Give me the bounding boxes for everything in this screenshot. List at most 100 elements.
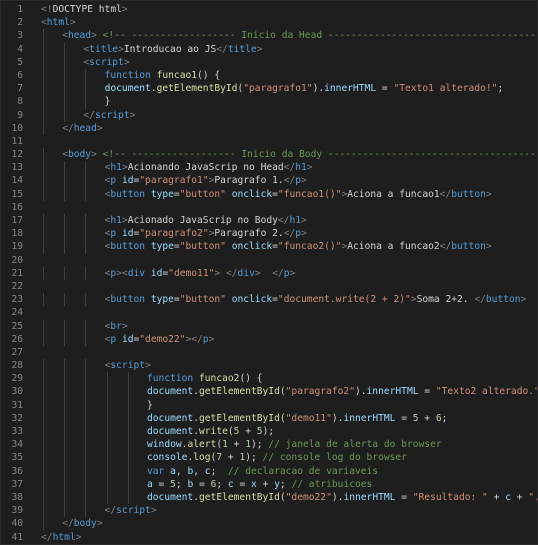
indent-guide [43,82,44,96]
indent-guide [85,451,87,465]
code-content: document.getElementById("demo11").innerH… [147,412,447,425]
token-var: console [147,452,188,464]
code-line[interactable]: 21 <p><div id="demo11"> </div> </p> [1,266,537,280]
code-line[interactable]: 16 [1,201,537,214]
indent-guide [85,214,87,228]
token-fn: alert [187,439,217,451]
code-line[interactable]: 29 function funcao2() { [1,372,537,386]
code-line[interactable]: 2 <html> [1,16,537,29]
line-number: 27 [11,346,23,358]
code-line[interactable]: 11 [1,135,537,148]
token-str: "paragrafo1" [243,83,313,95]
indent-guide [64,227,66,241]
code-line[interactable]: 37 a = 5; b = 6; c = x + y; // atribuicoe… [1,477,537,491]
code-line[interactable]: 34 window.alert(1 + 1); // janela de aler… [1,438,537,452]
code-line[interactable]: 9 </script> [1,108,537,122]
indent-guide [85,411,87,425]
code-line[interactable]: 3 <head> <!-- ------------------ Inicio d… [1,29,537,43]
token-attr: id [121,175,134,187]
code-line[interactable]: 27 [1,346,537,359]
code-content: <title>Introducao ao JS</title> [83,43,262,56]
code-line[interactable]: 35 console.log(7 + 1); // console log do … [1,451,537,465]
code-line[interactable]: 32 document.getElementById("demo11").inne… [1,411,537,425]
indent-guide [64,266,66,280]
code-line[interactable]: 4 <title>Introducao ao JS</title> [1,42,537,56]
code-line[interactable]: 19 <button type="button" onclick="funcao2… [1,240,537,254]
token-tag: button [485,294,521,306]
code-line[interactable]: 28 <script> [1,359,537,373]
code-content: function funcao1() { [105,69,221,82]
token-punct: > [256,43,263,55]
code-line[interactable]: 7 document.getElementById("paragrafo1").i… [1,82,537,96]
code-line[interactable]: 22 [1,280,537,293]
code-line[interactable]: 13 <h1>Acionando JavaScrip no Head</h1> [1,161,537,175]
code-line[interactable]: 15 <button type="button" onclick="funcao1… [1,187,537,201]
code-line[interactable]: 14 <p id="paragrafo1">Paragrafo 1.</p> [1,174,537,188]
indent-guide [85,477,87,491]
code-line[interactable]: 30 document.getElementById("paragrafo2").… [1,385,537,399]
token-attr: onclick [231,188,273,200]
code-line[interactable]: 41 </html> [1,531,537,544]
code-line[interactable]: 20 [1,254,537,267]
code-editor[interactable]: 1 <!DOCTYPE html> 2 <html> 3 <head> <!-- ----… [0,0,538,545]
token-txt: () { [239,373,263,385]
code-line[interactable]: 24 [1,306,537,319]
code-line[interactable]: 33 document.write(5 + 5); [1,425,537,439]
token-com: // janela de alerta do browser [268,439,442,451]
line-number: 32 [11,412,23,424]
token-punct: </ [216,43,228,55]
code-content: </script> [105,504,157,517]
code-line[interactable]: 5 <script> [1,55,537,69]
token-fn: funcao2 [199,373,240,385]
indent-guide [43,319,44,333]
line-number: 18 [11,228,23,240]
code-content: <br> [105,320,128,333]
code-line[interactable]: 17 <h1>Acionado JavaScrip no Body</h1> [1,214,537,228]
indent-guide [64,108,66,122]
code-content: <script> [83,56,129,69]
indent-guide [43,359,44,373]
code-line[interactable]: 26 <p id="demo22"></p> [1,332,537,346]
token-attr: id [121,228,134,240]
token-punct: > [69,17,76,29]
code-line[interactable]: 25 <br> [1,319,537,333]
token-punct: </ [277,215,290,226]
token-txt: () { [197,69,221,81]
code-line[interactable]: 8} [1,95,537,109]
code-line[interactable]: 39 </script> [1,504,537,518]
code-line[interactable]: 36 var a, b, c; // declaracao de variavei… [1,464,537,478]
token-tag: br [110,320,122,332]
indent-guide [43,398,44,412]
code-content: var a, b, c; // declaracao de variaveis [147,465,378,478]
code-line[interactable]: 31} [1,398,537,412]
line-number: 30 [11,386,23,398]
token-tag: title [227,43,257,55]
indent-guide [85,266,87,280]
code-line[interactable]: 40 </body> [1,517,537,531]
token-txt: = [418,386,436,398]
code-line[interactable]: 1 <!DOCTYPE html> [1,3,537,16]
token-txt: = [193,478,211,490]
code-line[interactable]: 12 <body> <!-- ------------------ Inicio … [1,148,537,162]
token-txt: ); [262,426,275,437]
token-tag: script [110,360,146,372]
token-txt: = [233,478,252,490]
token-tag: script [94,109,130,121]
token-tag: head [73,122,97,134]
indent-guide [64,187,66,201]
code-line[interactable]: 10 </head> [1,121,537,135]
code-line[interactable]: 18 <p id="paragrafo2">Paragrafo 2.</p> [1,227,537,241]
code-line[interactable]: 6 function funcao1() { [1,68,537,83]
token-var: document [147,426,194,437]
code-line[interactable]: 38 document.getElementById("demo22").inne… [1,490,537,505]
token-txt: , [193,465,205,477]
token-tag: head [67,30,92,42]
indent-guide [85,385,87,399]
token-txt: ; [175,478,188,490]
token-var: document [104,83,151,95]
token-txt: Acionando JavaScrip no Head [127,162,284,174]
token-var: document [147,386,194,398]
token-txt: , [175,465,188,477]
code-line[interactable]: 23 <button type="button" onclick="documen… [1,293,537,307]
token-str: "Texto1 alterado!" [393,83,498,95]
